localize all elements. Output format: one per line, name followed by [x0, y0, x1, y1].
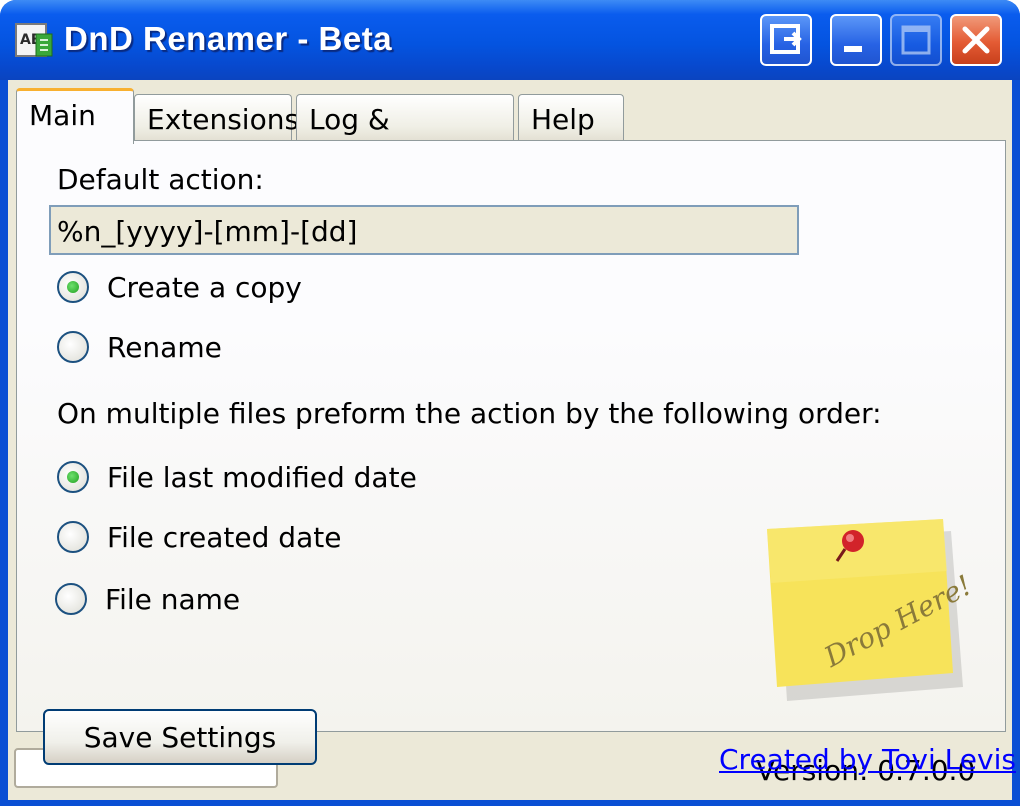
pushpin-icon	[842, 530, 864, 552]
drop-here-note[interactable]: Drop Here!	[757, 511, 977, 711]
maximize-icon	[901, 25, 931, 55]
save-settings-button[interactable]: Save Settings	[43, 709, 317, 765]
order-label: On multiple files preform the action by …	[57, 397, 882, 430]
close-icon	[962, 26, 990, 54]
rename-label[interactable]: Rename	[107, 331, 222, 364]
close-button[interactable]	[950, 14, 1002, 66]
minimize-icon	[844, 46, 862, 52]
default-action-input[interactable]: %n_[yyyy]-[mm]-[dd]	[49, 205, 799, 255]
created-date-radio[interactable]	[57, 521, 89, 553]
title-bar[interactable]: AB DnD Renamer - Beta	[0, 0, 1020, 80]
rename-radio[interactable]	[57, 331, 89, 363]
window-title: DnD Renamer - Beta	[64, 20, 393, 57]
create-copy-label[interactable]: Create a copy	[107, 271, 302, 304]
tray-icon	[770, 24, 802, 54]
maximize-button[interactable]	[890, 14, 942, 66]
file-name-radio[interactable]	[55, 583, 87, 615]
tab-help[interactable]: Help	[518, 94, 624, 140]
app-window: AB DnD Renamer - Beta Main Extensions Lo…	[0, 0, 1020, 806]
created-date-label[interactable]: File created date	[107, 521, 341, 554]
tab-extensions[interactable]: Extensions	[134, 94, 299, 140]
author-link[interactable]: Created by Tovi Levis	[719, 743, 1016, 776]
minimize-button[interactable]	[830, 14, 882, 66]
last-modified-radio[interactable]	[57, 461, 89, 493]
tray-button[interactable]	[760, 14, 812, 66]
create-copy-radio[interactable]	[57, 271, 89, 303]
tab-log-rollback[interactable]: Log & Rollback	[296, 94, 514, 169]
app-icon: AB	[15, 23, 53, 57]
radio-selected-dot	[67, 281, 79, 293]
client-area: Main Extensions Log & Rollback Help Defa…	[8, 80, 1016, 800]
main-tab-panel: Default action: %n_[yyyy]-[mm]-[dd] Crea…	[16, 140, 1016, 776]
tab-main[interactable]: Main	[16, 88, 134, 144]
last-modified-label[interactable]: File last modified date	[107, 461, 417, 494]
file-name-label[interactable]: File name	[105, 583, 240, 616]
default-action-label: Default action:	[57, 163, 264, 196]
radio-selected-dot	[67, 471, 79, 483]
